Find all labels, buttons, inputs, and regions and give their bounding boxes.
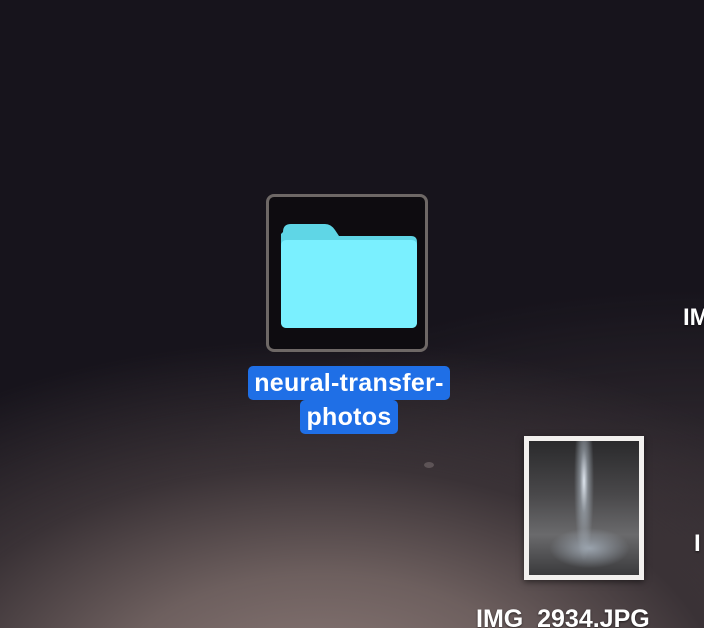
folder-label-line2: photos [300,400,398,434]
image-file-label[interactable]: IMG_2934.JPG [476,604,650,628]
offscreen-file-label-2[interactable]: I [694,530,701,558]
offscreen-file-label-1[interactable]: IM [683,304,704,332]
background-speck [424,462,434,468]
folder-name-label[interactable]: neural-transfer- photos [224,366,474,434]
image-thumbnail [529,441,639,575]
image-file-thumbnail[interactable] [524,436,644,580]
desktop-folder-neural-transfer-photos[interactable]: neural-transfer- photos [224,194,474,444]
folder-label-line1: neural-transfer- [248,366,450,400]
folder-icon[interactable] [279,220,419,330]
